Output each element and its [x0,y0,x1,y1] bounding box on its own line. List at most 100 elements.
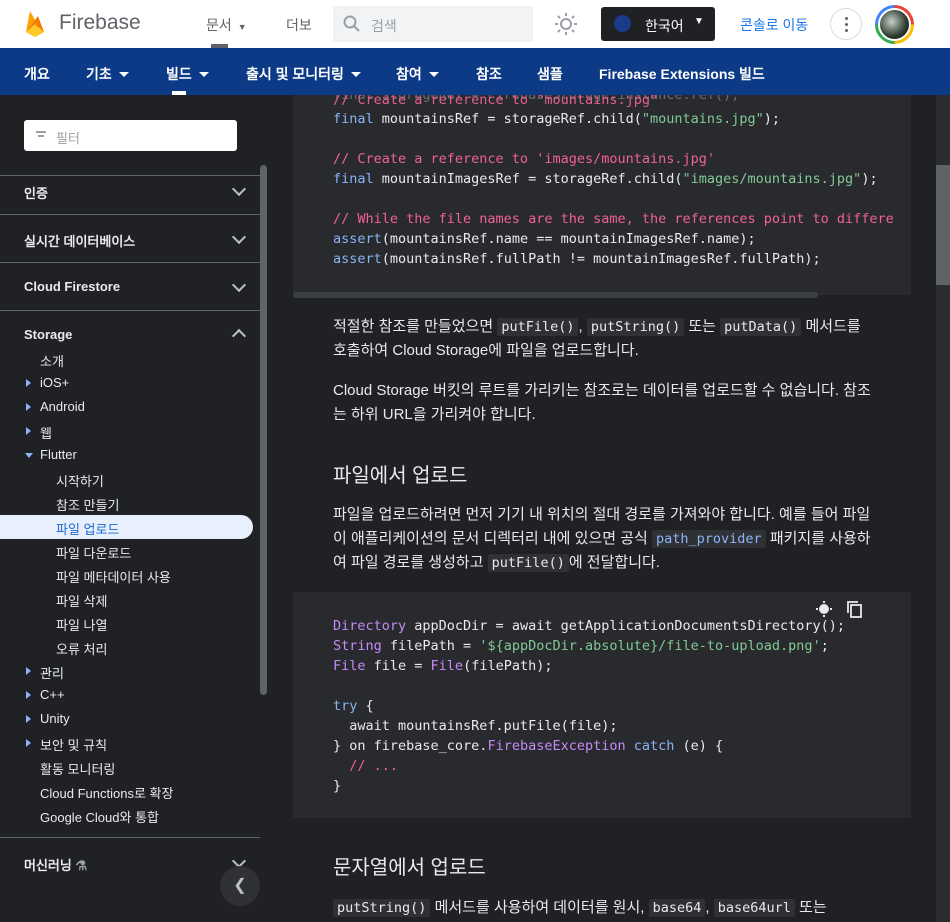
sidebar: 필터 인증 실시간 데이터베이스 Cloud Firestore Storage… [0,95,270,922]
sidebar-item-handle-errors[interactable]: 오류 처리 [56,639,107,658]
nav-more[interactable]: 더보 [286,15,312,35]
sidebar-section-auth[interactable]: 인증 [24,183,48,202]
sidebar-item-manage[interactable]: 관리 [40,663,64,682]
sidebar-item-web[interactable]: 웹 [40,423,52,442]
search-input[interactable]: 검색 [333,6,533,42]
brand-name[interactable]: Firebase [59,11,141,35]
avatar[interactable] [875,5,914,44]
light-mode-icon[interactable] [554,12,578,36]
code-line: File file = File(filePath); [333,658,553,674]
expand-arrow-icon[interactable] [26,403,31,411]
tab-fundamentals[interactable]: 기초 [86,64,129,84]
tab-samples[interactable]: 샘플 [537,64,563,84]
code-line: final mountainImagesRef = storageRef.chi… [333,171,878,187]
expand-arrow-icon[interactable] [26,379,31,387]
code-comment: // ... [333,758,399,774]
tab-reference[interactable]: 참조 [476,64,502,84]
copy-icon[interactable] [846,600,864,618]
paragraph-upload-methods: 적절한 참조를 만들었으면 putFile(), putString() 또는 … [333,318,861,359]
secondary-nav: 개요 기초 빌드 출시 및 모니터링 참여 참조 샘플 Firebase Ext… [0,48,950,95]
nav-docs[interactable]: 문서 ▼ [206,15,247,35]
page-scrollbar-thumb[interactable] [936,165,950,285]
main-content: final storageRef = FirebaseStorage.insta… [270,95,936,922]
tab-release-monitor[interactable]: 출시 및 모니터링 [246,64,361,84]
sidebar-item-cpp[interactable]: C++ [40,687,65,702]
chevron-up-icon[interactable] [231,328,247,344]
paragraph-root-reference: Cloud Storage 버킷의 루트를 가리키는 참조로는 데이터를 업로드… [333,382,871,423]
chevron-down-icon[interactable] [231,229,247,245]
tab-engage[interactable]: 참여 [396,64,439,84]
sidebar-item-upload-files[interactable]: 파일 업로드 [56,519,119,538]
sidebar-section-realtime-db[interactable]: 실시간 데이터베이스 [24,231,135,250]
code-horizontal-scrollbar[interactable] [293,292,818,298]
firebase-logo-icon[interactable] [24,10,46,38]
sidebar-active-highlight [0,515,253,539]
top-app-bar: Firebase 문서 ▼ 더보 검색 한국어 ▼ 콘솔로 이동 [0,0,950,48]
heading-upload-from-string: 문자열에서 업로드 [333,857,486,879]
code-line: } on firebase_core.FirebaseException cat… [333,738,724,754]
dark-theme-toggle-icon[interactable] [815,600,833,618]
code-line: await mountainsRef.putFile(file); [333,718,618,734]
language-label: 한국어 [645,18,684,34]
sidebar-item-monitor-activity[interactable]: 활동 모니터링 [40,759,115,778]
code-line: assert(mountainsRef.fullPath != mountain… [333,251,821,267]
expand-arrow-icon[interactable] [26,691,31,699]
chevron-left-icon: ❮ [233,877,247,894]
go-to-console-link[interactable]: 콘솔로 이동 [740,15,808,35]
chevron-down-icon: ▼ [694,16,704,27]
code-comment: // Create a reference to 'images/mountai… [333,151,716,167]
expand-arrow-icon[interactable] [26,739,31,747]
search-placeholder: 검색 [371,18,397,34]
sidebar-item-file-metadata[interactable]: 파일 메타데이터 사용 [56,567,171,586]
expand-arrow-icon[interactable] [26,427,31,435]
chevron-down-icon [350,72,361,77]
sidebar-scrollbar[interactable] [260,165,267,695]
code-line: } [333,778,342,794]
code-line: String filePath = '${appDocDir.absolute}… [333,638,829,654]
chevron-down-icon: ▼ [237,22,247,32]
collapse-sidebar-button[interactable]: ❮ [220,866,260,906]
heading-upload-from-file: 파일에서 업로드 [333,465,468,487]
path-provider-link[interactable]: path_provider [651,530,766,548]
more-options-button[interactable] [830,8,862,40]
expand-arrow-icon[interactable] [26,715,31,723]
sidebar-section-storage[interactable]: Storage [24,327,72,342]
globe-icon [614,15,631,32]
sidebar-item-ios[interactable]: iOS+ [40,375,69,390]
sidebar-item-flutter[interactable]: Flutter [40,447,77,462]
sidebar-item-intro[interactable]: 소개 [40,351,64,370]
expand-arrow-icon[interactable] [26,667,31,675]
code-comment: // Create a reference to "mountains.jpg" [333,95,659,108]
chevron-down-icon [198,72,209,77]
sidebar-item-delete-files[interactable]: 파일 삭제 [56,591,107,610]
chevron-down-icon[interactable] [231,181,247,197]
sidebar-section-ml[interactable]: 머신러닝 ⚗ [24,855,87,874]
sidebar-item-create-reference[interactable]: 참조 만들기 [56,495,119,514]
filter-icon [36,131,46,133]
sidebar-item-android[interactable]: Android [40,399,85,414]
sidebar-item-download-files[interactable]: 파일 다운로드 [56,543,131,562]
paragraph-put-string: putString() 메서드를 사용하여 데이터를 원시, base64, b… [333,896,873,920]
language-selector[interactable]: 한국어 ▼ [601,7,715,41]
code-comment: // While the file names are the same, th… [333,211,894,227]
tab-overview[interactable]: 개요 [24,64,50,84]
sidebar-item-security-rules[interactable]: 보안 및 규칙 [40,735,107,754]
flask-icon: ⚗ [75,858,88,873]
chevron-down-icon [118,72,129,77]
filter-placeholder: 필터 [56,131,80,146]
code-line: try { [333,698,374,714]
sidebar-item-list-files[interactable]: 파일 나열 [56,615,107,634]
sidebar-item-cloud-functions[interactable]: Cloud Functions로 확장 [40,783,173,802]
code-line: assert(mountainsRef.name == mountainImag… [333,231,756,247]
sidebar-section-firestore[interactable]: Cloud Firestore [24,279,120,294]
tab-extensions[interactable]: Firebase Extensions 빌드 [599,64,765,84]
tab-build[interactable]: 빌드 [166,64,209,84]
sidebar-item-unity[interactable]: Unity [40,711,70,726]
sidebar-item-get-started[interactable]: 시작하기 [56,471,104,490]
code-block-put-file: Directory appDocDir = await getApplicati… [293,592,911,818]
sidebar-item-google-cloud[interactable]: Google Cloud와 통합 [40,807,159,826]
collapse-arrow-icon[interactable] [25,453,33,458]
filter-input[interactable]: 필터 [24,120,237,151]
chevron-down-icon[interactable] [231,277,247,293]
code-line: final mountainsRef = storageRef.child("m… [333,111,781,127]
